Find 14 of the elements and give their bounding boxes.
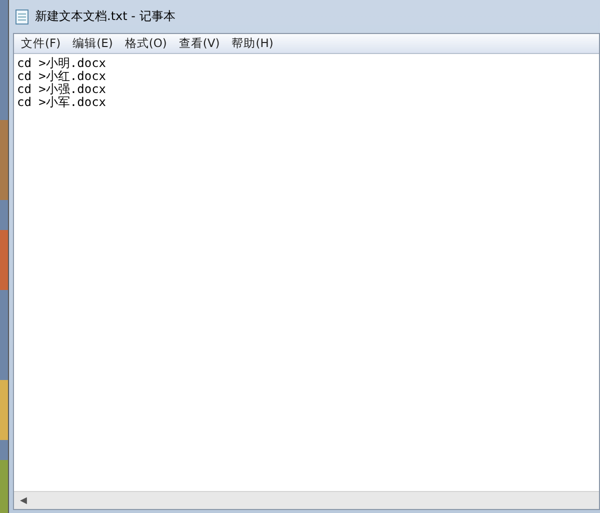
window-title: 新建文本文档.txt - 记事本 <box>35 8 176 25</box>
horizontal-scrollbar[interactable]: ◀ <box>14 491 599 509</box>
menu-item[interactable]: 格式(O) <box>120 36 172 51</box>
menu-item[interactable]: 编辑(E) <box>68 36 118 51</box>
menu-item[interactable]: 帮助(H) <box>226 36 278 51</box>
text-line: cd >小强.docx <box>17 83 108 96</box>
text-line: cd >小军.docx <box>17 96 108 109</box>
text-editor[interactable]: cd >小明.docx cd >小红.docx cd >小强.docx cd >小军.docx <box>14 54 599 491</box>
text-line: cd >小红.docx <box>17 70 108 83</box>
scroll-left-button[interactable]: ◀ <box>14 496 33 506</box>
notepad-icon <box>15 8 29 24</box>
menu-item[interactable]: 文件(F) <box>16 36 66 51</box>
text-line: cd >小明.docx <box>17 57 108 70</box>
menu-item[interactable]: 查看(V) <box>174 36 225 51</box>
